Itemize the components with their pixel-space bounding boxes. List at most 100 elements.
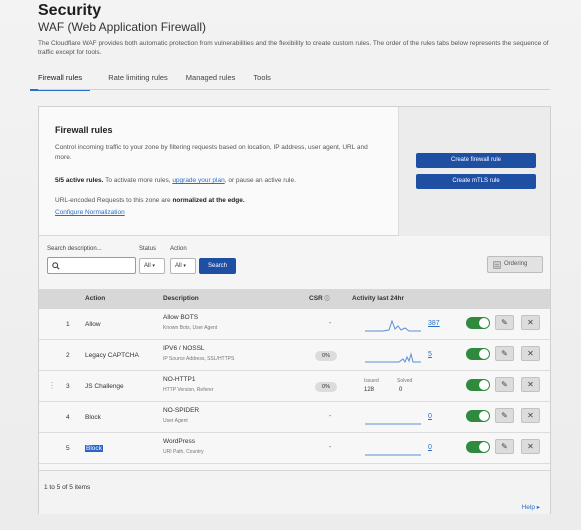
header-action: Action xyxy=(85,295,106,302)
status-caret-icon: ▾ xyxy=(152,263,155,269)
search-input[interactable] xyxy=(47,257,136,274)
toggle-knob xyxy=(479,318,489,328)
delete-rule-button[interactable]: ✕ xyxy=(521,346,540,361)
tab-tools[interactable]: Tools xyxy=(253,71,271,91)
row-action: Legacy CAPTCHA xyxy=(85,352,139,359)
active-rules-info: To activate more rules, xyxy=(103,177,173,184)
solved-label: Solved xyxy=(397,378,413,384)
table-row[interactable]: 5 Block WordPress URI Path, Country - 0 … xyxy=(39,433,550,464)
tab-firewall-rules[interactable]: Firewall rules xyxy=(30,71,91,91)
row-action-selected-text: Block xyxy=(85,445,103,452)
action-label: Action xyxy=(170,246,187,252)
search-icon xyxy=(52,262,60,270)
row-csr: - xyxy=(329,413,332,420)
issued-value: 128 xyxy=(364,387,375,393)
row-description: NO-SPIDER xyxy=(163,407,200,414)
row-subtext: IP Source Address, SSL/HTTPS xyxy=(163,356,235,362)
rule-toggle[interactable] xyxy=(466,441,490,453)
page-title: Security xyxy=(38,2,102,19)
row-subtext: User Agent xyxy=(163,418,188,424)
firewall-rules-card: Firewall rules Control incoming traffic … xyxy=(38,106,551,514)
tab-rate-limiting-rules[interactable]: Rate limiting rules xyxy=(108,71,168,91)
row-csr: 0% xyxy=(315,382,337,392)
edit-icon: ✎ xyxy=(501,442,508,451)
activity-count-link[interactable]: 0 xyxy=(428,413,432,420)
table-row[interactable]: 4 Block NO-SPIDER User Agent - 0 ✎ ✕ xyxy=(39,402,550,433)
edit-rule-button[interactable]: ✎ xyxy=(495,439,514,454)
table-header: Action Description CSR ⓘ Activity last 2… xyxy=(39,289,550,309)
close-icon: ✕ xyxy=(527,380,534,389)
activity-count-link[interactable]: 387 xyxy=(428,320,440,327)
row-subtext: HTTP Version, Referer xyxy=(163,387,214,393)
page-subtitle: WAF (Web Application Firewall) xyxy=(38,20,207,34)
page-description: The Cloudflare WAF provides both automat… xyxy=(38,40,549,56)
tab-divider xyxy=(38,89,550,90)
rule-toggle[interactable] xyxy=(466,348,490,360)
normalization-info: URL-encoded Requests to this zone are xyxy=(55,197,173,204)
ordering-button[interactable]: Ordering xyxy=(487,256,543,273)
row-action: Block xyxy=(85,414,101,421)
activity-sparkline xyxy=(365,454,421,456)
row-description: IPV6 / NOSSL xyxy=(163,345,205,352)
activity-count-link[interactable]: 0 xyxy=(428,444,432,451)
issued-label: Issued xyxy=(364,378,379,384)
row-csr: 0% xyxy=(315,351,337,361)
upgrade-plan-link[interactable]: upgrade your plan xyxy=(172,177,224,184)
action-select[interactable]: All ▾ xyxy=(170,258,196,274)
row-subtext: URI Path, Country xyxy=(163,449,204,455)
row-number: 1 xyxy=(66,321,70,328)
configure-normalization-link[interactable]: Configure Normalization xyxy=(55,209,125,216)
delete-rule-button[interactable]: ✕ xyxy=(521,315,540,330)
edit-icon: ✎ xyxy=(501,411,508,420)
activity-count-link[interactable]: 5 xyxy=(428,351,432,358)
normalization-text: URL-encoded Requests to this zone are no… xyxy=(55,197,245,204)
table-row[interactable]: ⋮ 3 JS Challenge NO-HTTP1 HTTP Version, … xyxy=(39,371,550,402)
edit-icon: ✎ xyxy=(501,318,508,327)
toggle-knob xyxy=(479,411,489,421)
help-link[interactable]: Help ▸ xyxy=(522,503,540,511)
create-firewall-rule-button[interactable]: Create firewall rule xyxy=(416,153,536,168)
row-action: Block xyxy=(85,445,103,452)
active-rules-tail: , or pause an active rule. xyxy=(224,177,296,184)
row-number: 2 xyxy=(66,352,70,359)
edit-rule-button[interactable]: ✎ xyxy=(495,377,514,392)
header-csr: CSR ⓘ xyxy=(309,295,330,302)
firewall-description: Control incoming traffic to your zone by… xyxy=(55,144,368,161)
ordering-label: Ordering xyxy=(504,261,528,267)
edit-rule-button[interactable]: ✎ xyxy=(495,408,514,423)
delete-rule-button[interactable]: ✕ xyxy=(521,377,540,392)
security-page: Security WAF (Web Application Firewall) … xyxy=(0,0,581,530)
edit-rule-button[interactable]: ✎ xyxy=(495,315,514,330)
edit-icon: ✎ xyxy=(501,380,508,389)
rule-toggle[interactable] xyxy=(466,317,490,329)
filter-bar: Search description... Status All ▾ Actio… xyxy=(39,237,550,289)
activity-sparkline xyxy=(365,423,421,425)
delete-rule-button[interactable]: ✕ xyxy=(521,439,540,454)
row-description: NO-HTTP1 xyxy=(163,376,196,383)
close-icon: ✕ xyxy=(527,318,534,327)
activity-sparkline xyxy=(365,352,421,363)
rule-toggle[interactable] xyxy=(466,410,490,422)
firewall-intro: Firewall rules Control incoming traffic … xyxy=(39,107,550,236)
search-button[interactable]: Search xyxy=(199,258,236,274)
row-description: WordPress xyxy=(163,438,196,445)
rule-toggle[interactable] xyxy=(466,379,490,391)
header-csr-label: CSR xyxy=(309,295,323,302)
table-row[interactable]: 2 Legacy CAPTCHA IPV6 / NOSSL IP Source … xyxy=(39,340,550,371)
status-select[interactable]: All ▾ xyxy=(139,258,165,274)
solved-value: 0 xyxy=(399,387,403,393)
drag-handle-icon[interactable]: ⋮ xyxy=(48,381,56,390)
pagination-summary: 1 to 5 of 5 items xyxy=(44,484,91,491)
close-icon: ✕ xyxy=(527,442,534,451)
active-rules-count: 5/5 active rules. xyxy=(55,177,104,184)
delete-rule-button[interactable]: ✕ xyxy=(521,408,540,423)
edit-rule-button[interactable]: ✎ xyxy=(495,346,514,361)
search-label: Search description... xyxy=(47,246,102,252)
activity-sparkline xyxy=(365,319,421,332)
table-row[interactable]: 1 Allow Allow BOTS Known Bots, User Agen… xyxy=(39,309,550,340)
tab-bar: Firewall rules Rate limiting rules Manag… xyxy=(30,71,289,91)
create-mtls-rule-button[interactable]: Create mTLS rule xyxy=(416,174,536,189)
row-action: JS Challenge xyxy=(85,383,124,390)
tab-managed-rules[interactable]: Managed rules xyxy=(186,71,236,91)
toggle-knob xyxy=(479,442,489,452)
